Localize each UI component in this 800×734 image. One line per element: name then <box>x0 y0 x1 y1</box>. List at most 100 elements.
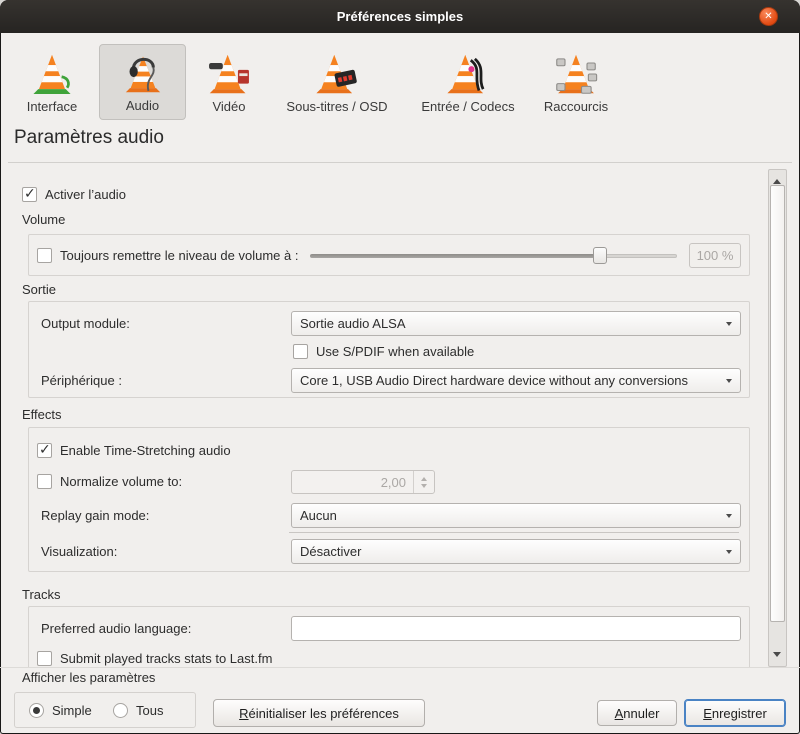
lastfm-checkbox[interactable] <box>37 651 52 666</box>
output-section-label: Sortie <box>22 282 56 297</box>
mode-all-row[interactable]: Tous <box>113 703 163 718</box>
tab-shortcuts[interactable]: Raccourcis <box>530 44 622 120</box>
window-title: Préférences simples <box>336 9 464 24</box>
tab-interface-label: Interface <box>26 99 78 114</box>
normalize-label: Normalize volume to: <box>60 474 183 489</box>
volume-slider-track-filled <box>310 253 601 258</box>
page-title: Paramètres audio <box>14 127 164 148</box>
reset-preferences-button[interactable]: Réinitialiser les préférences <box>213 699 425 727</box>
tab-audio-label: Audio <box>125 98 160 113</box>
time-stretching-label: Enable Time-Stretching audio <box>60 443 231 458</box>
output-module-combobox[interactable]: Sortie audio ALSA <box>291 311 741 336</box>
spdif-label: Use S/PDIF when available <box>316 344 475 359</box>
effects-section-label: Effects <box>22 407 62 422</box>
tab-input-codecs[interactable]: Entrée / Codecs <box>410 44 526 120</box>
tab-video[interactable]: Vidéo <box>196 44 262 120</box>
video-cone-icon <box>209 54 249 94</box>
scrollbar-handle[interactable] <box>770 185 785 622</box>
shortcuts-cone-icon <box>556 54 598 94</box>
close-button[interactable]: ✕ <box>759 7 778 26</box>
volume-value-spinbox: 100 % <box>689 242 741 268</box>
vertical-scrollbar[interactable] <box>768 169 787 667</box>
chevron-down-icon <box>726 379 732 386</box>
input-codecs-cone-icon <box>447 54 485 94</box>
spdif-checkbox[interactable] <box>293 344 308 359</box>
reset-preferences-button-label: Réinitialiser les préférences <box>239 705 399 721</box>
output-module-value: Sortie audio ALSA <box>300 316 406 331</box>
volume-section-label: Volume <box>22 212 66 227</box>
always-reset-volume-label: Toujours remettre le niveau de volume à … <box>60 247 299 263</box>
replay-gain-combobox[interactable]: Aucun <box>291 503 741 528</box>
volume-slider[interactable] <box>310 246 677 264</box>
replay-gain-value: Aucun <box>300 508 337 523</box>
preferences-dialog: Préférences simples ✕ Interface Audio Vi… <box>0 0 800 734</box>
always-reset-volume-checkbox[interactable] <box>37 247 52 263</box>
mode-simple-row[interactable]: Simple <box>29 703 92 718</box>
output-groupbox: Output module: Sortie audio ALSA Use S/P… <box>28 301 750 398</box>
all-radio-label: Tous <box>136 703 164 718</box>
volume-slider-track-empty <box>600 253 677 258</box>
subtitles-cone-icon <box>316 54 357 94</box>
enable-audio-label: Activer l’audio <box>45 187 126 202</box>
output-module-label: Output module: <box>41 316 130 331</box>
save-button-label: Enregistrer <box>703 705 767 721</box>
show-settings-label: Afficher les paramètres <box>22 670 156 685</box>
tab-input-codecs-label: Entrée / Codecs <box>421 99 515 114</box>
preferred-language-label: Preferred audio language: <box>41 621 192 636</box>
tab-audio[interactable]: Audio <box>99 44 186 120</box>
spin-up-icon <box>421 474 427 481</box>
chevron-down-icon <box>726 514 732 521</box>
volume-value: 100 % <box>696 247 734 263</box>
tab-subtitles-osd-label: Sous-titres / OSD <box>286 99 388 114</box>
device-value: Core 1, USB Audio Direct hardware device… <box>300 373 689 388</box>
cancel-button-label: Annuler <box>614 705 660 721</box>
heading-separator <box>8 162 792 163</box>
volume-groupbox: Toujours remettre le niveau de volume à … <box>28 234 750 276</box>
tracks-groupbox: Preferred audio language: Submit played … <box>28 606 750 668</box>
cancel-button[interactable]: Annuler <box>597 700 677 726</box>
spin-down-icon <box>421 483 427 491</box>
chevron-down-icon <box>726 322 732 329</box>
lastfm-label: Submit played tracks stats to Last.fm <box>60 651 273 666</box>
normalize-value-spinbox: 2,00 <box>291 470 435 494</box>
settings-mode-groupbox: Simple Tous <box>14 692 196 728</box>
audio-cone-icon <box>125 56 160 93</box>
lastfm-checkbox-row[interactable]: Submit played tracks stats to Last.fm <box>37 651 272 666</box>
scroll-up-icon[interactable] <box>773 175 781 184</box>
simple-radio[interactable] <box>29 703 44 718</box>
visualization-value: Désactiver <box>300 544 362 559</box>
visualization-combobox[interactable]: Désactiver <box>291 539 741 564</box>
normalize-checkbox-row[interactable]: Normalize volume to: <box>37 474 182 489</box>
visualization-label: Visualization: <box>41 544 118 559</box>
device-combobox[interactable]: Core 1, USB Audio Direct hardware device… <box>291 368 741 393</box>
enable-audio-checkbox-row[interactable]: Activer l’audio <box>22 185 126 202</box>
chevron-down-icon <box>726 550 732 557</box>
close-icon: ✕ <box>764 11 773 22</box>
enable-audio-checkbox[interactable] <box>22 185 37 202</box>
tab-interface[interactable]: Interface <box>12 44 92 120</box>
preferred-language-input[interactable] <box>291 616 741 641</box>
time-stretching-checkbox-row[interactable]: Enable Time-Stretching audio <box>37 441 231 458</box>
simple-radio-label: Simple <box>52 703 92 718</box>
time-stretching-checkbox[interactable] <box>37 441 52 458</box>
all-radio[interactable] <box>113 703 128 718</box>
replay-gain-label: Replay gain mode: <box>41 508 150 523</box>
tab-subtitles-osd[interactable]: Sous-titres / OSD <box>268 44 406 120</box>
effects-groupbox: Enable Time-Stretching audio Normalize v… <box>28 427 750 572</box>
tab-video-label: Vidéo <box>212 99 246 114</box>
save-button[interactable]: Enregistrer <box>684 699 786 727</box>
scroll-down-icon[interactable] <box>773 652 781 661</box>
spin-buttons <box>413 471 434 493</box>
effects-separator <box>289 532 739 533</box>
tracks-section-label: Tracks <box>22 587 61 602</box>
interface-cone-icon <box>33 54 71 94</box>
settings-scroll-area: Activer l’audio Volume Toujours remettre… <box>0 168 800 668</box>
spdif-checkbox-row[interactable]: Use S/PDIF when available <box>293 344 474 359</box>
normalize-checkbox[interactable] <box>37 474 52 489</box>
normalize-value: 2,00 <box>380 474 406 490</box>
device-label: Périphérique : <box>41 373 122 388</box>
tab-shortcuts-label: Raccourcis <box>543 99 609 114</box>
titlebar[interactable]: Préférences simples ✕ <box>0 0 800 33</box>
volume-slider-handle[interactable] <box>593 246 608 264</box>
footer-separator <box>0 667 800 668</box>
